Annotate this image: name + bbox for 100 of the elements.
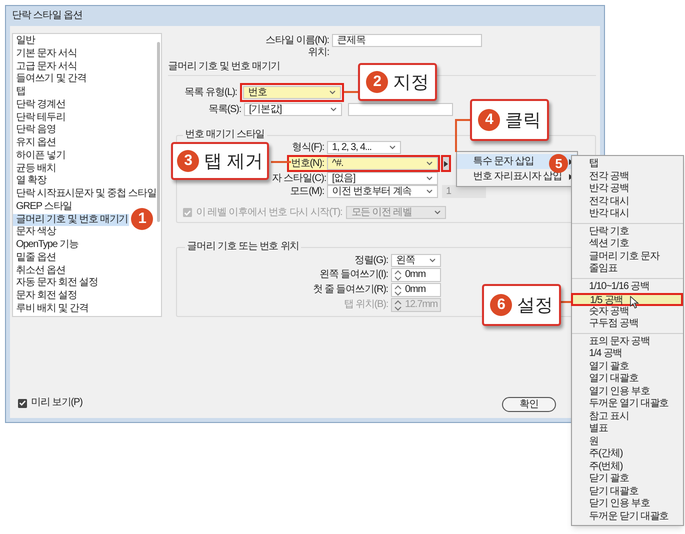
spin-field[interactable]: 0mm	[391, 283, 441, 297]
checkbox-label: 이 레벨 이후에서 번호 다시 시작(T):	[196, 206, 342, 218]
sidebar-item[interactable]: 단락 테두리	[13, 112, 66, 124]
menu-item[interactable]: 숫자 공백	[572, 306, 683, 318]
menu-item[interactable]: 전각 대시	[572, 196, 683, 208]
field-label: 탭 위치(B):	[342, 299, 389, 311]
dropdown[interactable]: 번호	[243, 86, 341, 99]
menu-item[interactable]: 주(간체)	[572, 448, 683, 460]
sidebar-item[interactable]: 단락 경계선	[13, 98, 66, 112]
chevron-icon	[426, 176, 433, 181]
menu-item[interactable]: 반각 공백	[572, 183, 683, 196]
callout-label: 설정	[517, 295, 553, 315]
sidebar-item[interactable]: 글머리 기호 및 번호 매기기	[13, 214, 130, 226]
menu-item[interactable]: 열기 괄호	[572, 360, 683, 373]
step-badge: 4	[478, 109, 500, 131]
sidebar-item[interactable]: 일반	[13, 35, 36, 48]
dropdown[interactable]: [없음]	[327, 172, 438, 185]
spin-field[interactable]: 0mm	[391, 268, 441, 282]
style-name-field[interactable]: 큰제목	[332, 34, 482, 47]
chevron-icon	[329, 90, 336, 95]
dropdown[interactable]: 이전 번호부터 계속	[327, 185, 438, 198]
callout-label: 지정	[393, 72, 429, 92]
ok-button[interactable]: 확인	[502, 397, 556, 412]
group-title: 글머리 기호 또는 번호 위치	[185, 241, 302, 253]
menu-item[interactable]: 두꺼운 열기 대괄호	[572, 398, 683, 410]
field-label: 목록(S):	[207, 104, 242, 116]
field-label: 첫 줄 들여쓰기(R):	[312, 284, 389, 296]
checkbox-label: 미리 보기(P)	[31, 397, 82, 409]
field-label: 형식(F):	[291, 142, 325, 154]
dropdown[interactable]: 왼쪽	[391, 254, 441, 267]
menu-item[interactable]: 1/5 공백	[571, 293, 683, 306]
sidebar-item[interactable]: 문자 회전 설정	[13, 290, 78, 303]
sidebar-item[interactable]: 하이픈 넣기	[13, 150, 66, 162]
checkbox[interactable]	[18, 398, 27, 408]
chevron-icon	[429, 258, 436, 263]
menu-item[interactable]: 닫기 대괄호	[572, 486, 683, 498]
group-title: 번호 매기기 스타일	[183, 129, 267, 141]
field-label: 자 스타일(C):	[272, 172, 327, 184]
menu-item[interactable]: 열기 인용 부호	[572, 386, 683, 398]
sidebar-item[interactable]: 단락 시작표시문자 및 중첩 스타일	[13, 188, 158, 201]
menu-item[interactable]: 반각 대시	[572, 208, 683, 220]
menu-item[interactable]: 주(번체)	[572, 460, 683, 473]
menu-item[interactable]: 전각 공백	[572, 170, 683, 183]
callout-label: 클릭	[505, 110, 541, 130]
sidebar-item[interactable]: 취소선 옵션	[13, 264, 66, 278]
sidebar-item[interactable]: 밑줄 옵션	[13, 252, 57, 264]
text-field[interactable]	[348, 103, 453, 116]
field-label: 번호(N):	[291, 158, 326, 170]
menu-item[interactable]: 1/4 공백	[572, 348, 683, 360]
sidebar-item[interactable]: 유지 옵션	[13, 137, 57, 150]
sidebar-item[interactable]: 균등 배치	[13, 162, 57, 176]
chevron-icon	[330, 107, 337, 112]
menu-item[interactable]: 참고 표시	[572, 410, 683, 423]
leader-line	[344, 91, 358, 93]
sidebar-item[interactable]: 문자 색상	[13, 226, 57, 239]
checkmark-icon	[184, 210, 191, 216]
sidebar-item[interactable]: GREP 스타일	[13, 200, 74, 214]
menu-item[interactable]: 닫기 인용 부호	[572, 498, 683, 510]
menu-item[interactable]: 표의 문자 공백	[572, 336, 683, 348]
sidebar-item[interactable]: 열 확장	[13, 175, 48, 188]
number-field[interactable]: ^#.	[327, 157, 438, 170]
chevron-icon	[426, 189, 433, 194]
field-label: 위치:	[307, 47, 330, 59]
scrollbar[interactable]	[157, 42, 160, 222]
chevron-icon	[434, 210, 442, 215]
insert-menu-button[interactable]	[441, 155, 451, 172]
chevron-icon	[389, 145, 396, 150]
checkmark-icon	[19, 400, 26, 406]
step-badge: 2	[366, 71, 388, 93]
leader-line	[271, 161, 291, 163]
menu-item[interactable]: 단락 기호	[572, 226, 683, 238]
mouse-cursor-icon	[630, 296, 639, 309]
menu-item[interactable]: 글머리 기호 문자	[572, 250, 683, 263]
menu-item[interactable]: 구두점 공백	[572, 318, 683, 330]
sidebar-item[interactable]: 단락 음영	[13, 124, 57, 137]
menu-item[interactable]: 닫기 괄호	[572, 473, 683, 486]
spinner-icon	[394, 270, 402, 280]
sidebar-item[interactable]: OpenType 기능	[13, 239, 80, 252]
callout-label: 탭 제거	[204, 151, 264, 171]
sidebar-item[interactable]: 루비 배치 및 간격	[13, 302, 90, 316]
field-label: 모드(M):	[288, 186, 325, 198]
sidebar-item[interactable]: 탭	[13, 86, 26, 99]
menu-item[interactable]: 섹션 기호	[572, 238, 683, 250]
section-title: 글머리 기호 및 번호 매기기	[168, 61, 282, 73]
sidebar-item[interactable]: 들여쓰기 및 간격	[13, 73, 88, 86]
field-label: 정렬(G):	[353, 254, 389, 266]
menu-item[interactable]: 줄임표	[572, 263, 683, 276]
menu-item[interactable]: 별표	[572, 423, 683, 436]
menu-item[interactable]: 1/10~1/16 공백	[572, 280, 683, 293]
step-badge: 3	[177, 150, 199, 172]
menu-item[interactable]: 두꺼운 닫기 대괄호	[572, 510, 683, 523]
field-label: 왼쪽 들여쓰기(I):	[318, 269, 389, 281]
dropdown[interactable]: 1, 2, 3, 4...	[327, 141, 401, 154]
menu-item[interactable]: 원	[572, 436, 683, 448]
field-label: 스타일 이름(N):	[264, 34, 330, 46]
sidebar-item[interactable]: 자동 문자 회전 설정	[13, 277, 99, 290]
menu-item[interactable]: 열기 대괄호	[572, 373, 683, 386]
sidebar-item[interactable]: 고급 문자 서식	[13, 60, 78, 74]
sidebar-item[interactable]: 기본 문자 서식	[13, 48, 78, 60]
dropdown[interactable]: [기본값]	[244, 103, 342, 116]
